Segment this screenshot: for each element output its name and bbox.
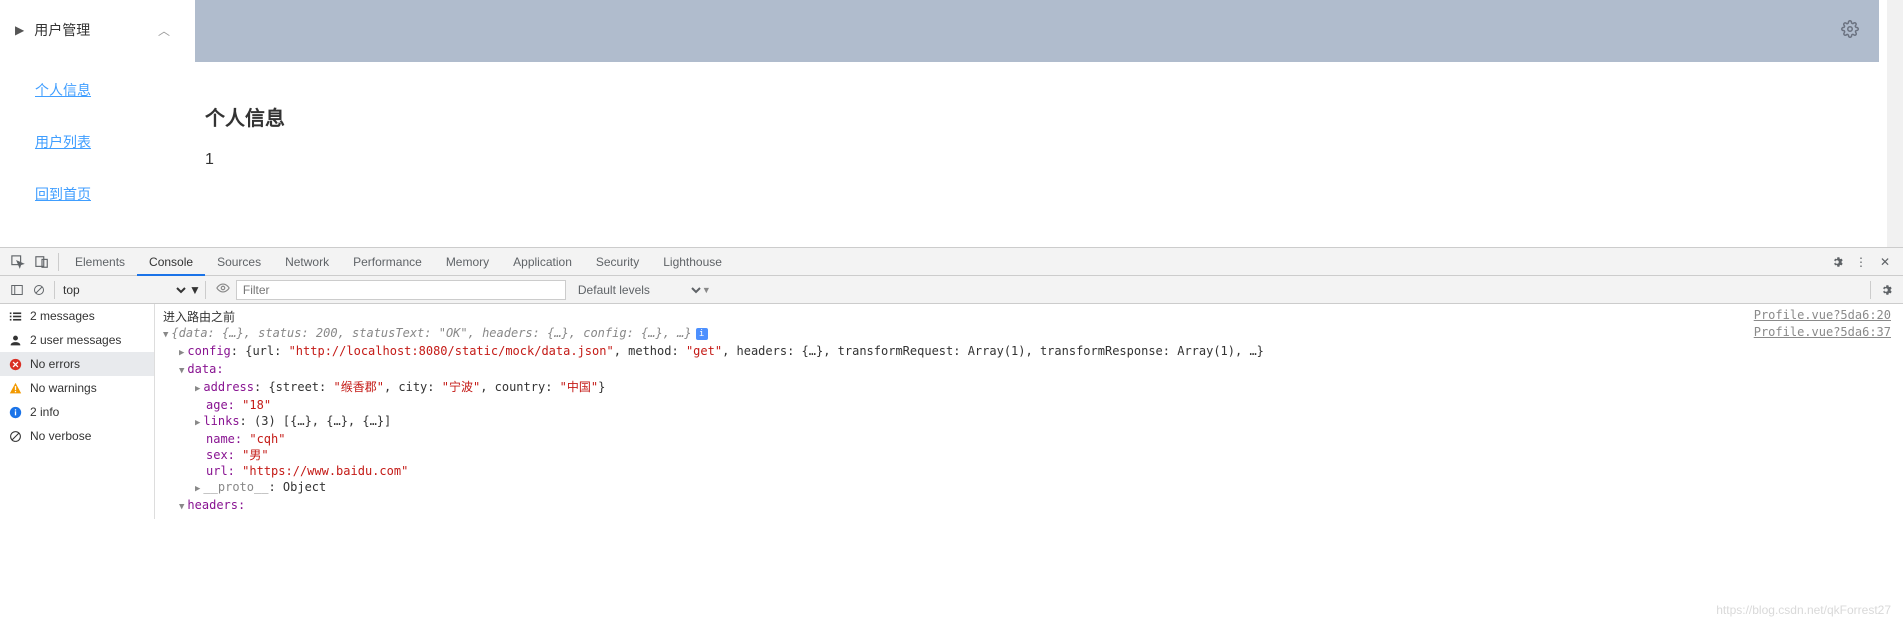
header-bar <box>195 0 1879 62</box>
warning-icon <box>6 382 24 395</box>
tab-security[interactable]: Security <box>584 248 651 276</box>
verbose-icon <box>6 430 24 443</box>
filter-input[interactable] <box>236 280 566 300</box>
context-selector[interactable]: top <box>59 282 189 298</box>
source-link-2[interactable]: Profile.vue?5da6:37 <box>1754 325 1895 339</box>
console-line-2[interactable]: {data: {…}, status: 200, statusText: "OK… <box>163 325 1754 343</box>
console-age-line: age: "18" <box>195 397 1895 413</box>
tab-lighthouse[interactable]: Lighthouse <box>651 248 734 276</box>
side-warnings[interactable]: No warnings <box>0 376 154 400</box>
devtools-tabs: Elements Console Sources Network Perform… <box>0 248 1903 276</box>
side-errors[interactable]: No errors <box>0 352 154 376</box>
log-levels-selector[interactable]: Default levels <box>574 282 704 298</box>
console-headers-line[interactable]: headers: <box>179 497 1895 515</box>
tab-network[interactable]: Network <box>273 248 341 276</box>
console-sidebar-toggle-icon[interactable] <box>6 284 28 296</box>
page-title: 个人信息 <box>205 102 1887 131</box>
device-toggle-icon[interactable] <box>30 255 54 269</box>
side-verbose[interactable]: No verbose <box>0 424 154 448</box>
devtools-more-icon[interactable]: ⋮ <box>1849 255 1873 269</box>
console-url-line: url: "https://www.baidu.com" <box>195 463 1895 479</box>
console-address-line[interactable]: address: {street: "缑香郡", city: "宁波", cou… <box>195 379 1895 397</box>
sidebar-item-user-list[interactable]: 用户列表 <box>35 132 185 152</box>
live-expression-icon[interactable] <box>216 281 230 298</box>
content-id-value: 1 <box>205 151 1887 169</box>
user-icon <box>6 334 24 347</box>
side-user-messages[interactable]: 2 user messages <box>0 328 154 352</box>
console-clear-icon[interactable] <box>28 284 50 296</box>
tab-memory[interactable]: Memory <box>434 248 501 276</box>
content-area: 个人信息 1 <box>185 62 1887 169</box>
console-config-line[interactable]: config: {url: "http://localhost:8080/sta… <box>179 343 1895 361</box>
console-output: 进入路由之前 Profile.vue?5da6:20 {data: {…}, s… <box>155 304 1903 519</box>
inspect-icon[interactable] <box>6 255 30 269</box>
console-sidebar: 2 messages 2 user messages No errors No … <box>0 304 155 519</box>
sidebar: ▶ 用户管理 ︿ 个人信息 用户列表 回到首页 <box>0 0 185 247</box>
gear-icon[interactable] <box>1841 20 1859 41</box>
tab-application[interactable]: Application <box>501 248 584 276</box>
source-link-1[interactable]: Profile.vue?5da6:20 <box>1754 308 1895 322</box>
devtools-panel: Elements Console Sources Network Perform… <box>0 247 1903 519</box>
console-settings-icon[interactable] <box>1875 283 1897 297</box>
info-badge-icon: i <box>696 328 708 340</box>
tab-sources[interactable]: Sources <box>205 248 273 276</box>
sidebar-header-user-mgmt[interactable]: ▶ 用户管理 ︿ <box>15 20 185 40</box>
sidebar-item-profile[interactable]: 个人信息 <box>35 80 185 100</box>
devtools-settings-icon[interactable] <box>1825 255 1849 269</box>
list-icon <box>6 310 24 323</box>
console-toolbar: top ▼ Default levels ▼ <box>0 276 1903 304</box>
console-links-line[interactable]: links: (3) [{…}, {…}, {…}] <box>195 413 1895 431</box>
devtools-close-icon[interactable]: ✕ <box>1873 255 1897 269</box>
sidebar-item-back-home[interactable]: 回到首页 <box>35 184 185 204</box>
tab-elements[interactable]: Elements <box>63 248 137 276</box>
side-messages[interactable]: 2 messages <box>0 304 154 328</box>
console-data-line[interactable]: data: <box>179 361 1895 379</box>
tab-performance[interactable]: Performance <box>341 248 434 276</box>
tab-console[interactable]: Console <box>137 248 205 276</box>
watermark: https://blog.csdn.net/qkForrest27 <box>1716 603 1891 617</box>
sidebar-header-label: 用户管理 <box>34 20 90 40</box>
scrollbar-vertical[interactable] <box>1887 0 1903 247</box>
console-sex-line: sex: "男" <box>195 447 1895 463</box>
side-info[interactable]: 2 info <box>0 400 154 424</box>
error-icon <box>6 358 24 371</box>
triangle-right-icon: ▶ <box>15 23 24 37</box>
console-line-1: 进入路由之前 <box>163 308 1754 325</box>
chevron-up-icon: ︿ <box>158 22 170 39</box>
info-icon <box>6 406 24 419</box>
console-name-line: name: "cqh" <box>195 431 1895 447</box>
console-proto-line[interactable]: __proto__: Object <box>195 479 1895 497</box>
